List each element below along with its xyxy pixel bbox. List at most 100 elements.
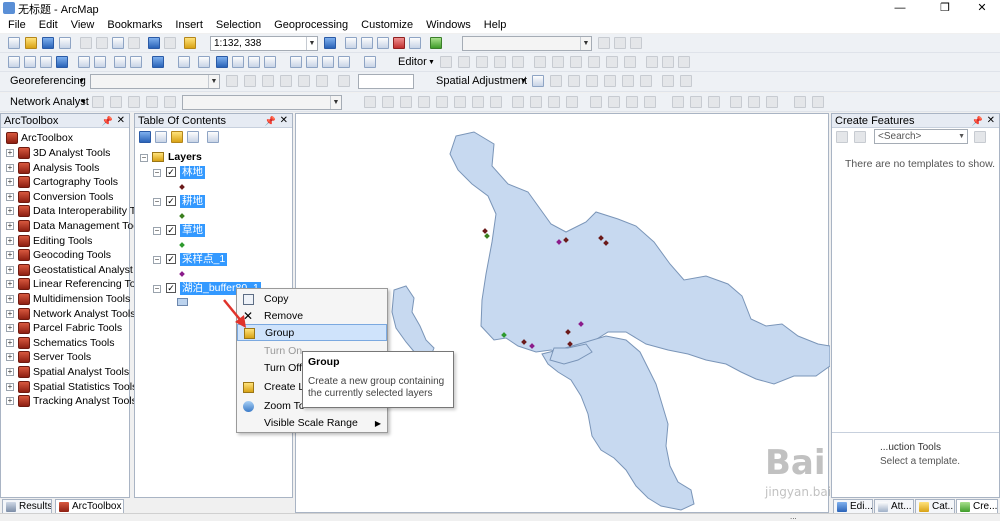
expand-icon[interactable]: +	[6, 280, 14, 289]
topology-edit-icon[interactable]	[382, 96, 394, 108]
expand-icon[interactable]: +	[6, 207, 14, 216]
table-of-contents-icon[interactable]	[345, 37, 357, 49]
close-icon[interactable]: ✕	[987, 114, 995, 128]
create-network-location-icon[interactable]	[110, 96, 122, 108]
georef-scale-icon[interactable]	[316, 75, 328, 87]
list-by-drawing-order-icon[interactable]	[139, 131, 151, 143]
clear-selection-icon[interactable]	[178, 56, 190, 68]
chevron-down-icon[interactable]: ▼	[208, 75, 219, 88]
tool-p-icon[interactable]	[812, 96, 824, 108]
tab-catalog[interactable]: Cat...	[915, 499, 955, 514]
restore-button[interactable]: ❐	[925, 0, 965, 16]
edit-annotation-icon[interactable]	[458, 56, 470, 68]
expand-icon[interactable]: +	[6, 353, 14, 362]
editor-menu[interactable]: Editor	[398, 56, 427, 68]
menu-item-copy[interactable]: Copy	[237, 291, 387, 308]
menu-edit[interactable]: Edit	[39, 19, 58, 31]
menu-view[interactable]: View	[71, 19, 95, 31]
tool-l-icon[interactable]	[730, 96, 742, 108]
menu-item-remove[interactable]: ✕ Remove	[237, 308, 387, 325]
tool-j-icon[interactable]	[690, 96, 702, 108]
georef-link-icon[interactable]	[244, 75, 256, 87]
fixed-zoom-out-icon[interactable]	[94, 56, 106, 68]
catalog-icon[interactable]	[361, 37, 373, 49]
chevron-down-icon[interactable]: ▼	[80, 99, 87, 106]
layer-name[interactable]: 林地	[180, 166, 205, 179]
collapse-icon[interactable]: −	[153, 285, 161, 293]
spatial-adjustment-menu[interactable]: Spatial Adjustment	[436, 75, 527, 87]
cut-icon[interactable]	[80, 37, 92, 49]
georef-shift-icon[interactable]	[298, 75, 310, 87]
expand-icon[interactable]: +	[6, 222, 14, 230]
filter-templates-icon[interactable]	[854, 131, 866, 143]
point-icon[interactable]	[534, 56, 546, 68]
modify-link-icon[interactable]	[568, 75, 580, 87]
tool-c-icon[interactable]	[548, 96, 560, 108]
sketch-properties-icon[interactable]	[662, 56, 674, 68]
tool-f-icon[interactable]	[608, 96, 620, 108]
georef-rotate-icon[interactable]	[280, 75, 292, 87]
layer-name[interactable]: 草地	[180, 224, 205, 237]
menu-help[interactable]: Help	[484, 19, 507, 31]
rotate-icon[interactable]	[624, 56, 636, 68]
network-window-icon[interactable]	[92, 96, 104, 108]
chevron-down-icon[interactable]: ▼	[958, 130, 965, 143]
tool-d-icon[interactable]	[566, 96, 578, 108]
layer-name[interactable]: 采样点_1	[180, 253, 228, 266]
attributes-icon[interactable]	[646, 56, 658, 68]
network-analyst-menu[interactable]: Network Analyst	[10, 96, 89, 108]
toc-options-icon[interactable]	[207, 131, 219, 143]
straight-segment-icon[interactable]	[476, 56, 488, 68]
tab-results[interactable]: Results	[2, 499, 52, 514]
topology-inspector-icon[interactable]	[472, 96, 484, 108]
expand-icon[interactable]: +	[6, 236, 14, 245]
html-popup-icon[interactable]	[248, 56, 260, 68]
georef-table-icon[interactable]	[262, 75, 274, 87]
find-route-icon[interactable]	[306, 56, 318, 68]
network-directions-icon[interactable]	[164, 96, 176, 108]
collapse-icon[interactable]: −	[153, 227, 161, 235]
layer-visibility-checkbox[interactable]: ✓	[166, 196, 176, 206]
python-window-icon[interactable]	[409, 37, 421, 49]
select-elements-icon[interactable]	[198, 56, 210, 68]
tool-h-icon[interactable]	[644, 96, 656, 108]
expand-icon[interactable]: +	[6, 265, 14, 274]
list-by-selection-icon[interactable]	[187, 131, 199, 143]
select-move-location-icon[interactable]	[128, 96, 140, 108]
pin-icon[interactable]: 📌	[265, 114, 276, 128]
new-displacement-link-icon[interactable]	[550, 75, 562, 87]
endpoint-arc-icon[interactable]	[494, 56, 506, 68]
go-to-xy-icon[interactable]	[322, 56, 334, 68]
menu-file[interactable]: File	[8, 19, 26, 31]
tool-g-icon[interactable]	[626, 96, 638, 108]
expand-icon[interactable]: +	[6, 368, 14, 376]
copy-toolbar-icon[interactable]	[96, 37, 108, 49]
edge-match-icon[interactable]	[680, 75, 692, 87]
layer-visibility-checkbox[interactable]: ✓	[166, 225, 176, 235]
menu-item-group[interactable]: Group	[237, 324, 387, 341]
expand-icon[interactable]: +	[6, 338, 14, 347]
paste-icon[interactable]	[112, 37, 124, 49]
tab-editor[interactable]: Edi...	[833, 499, 873, 514]
print-icon[interactable]	[59, 37, 71, 49]
topology-fix-icon[interactable]	[418, 96, 430, 108]
search-window-icon[interactable]	[377, 37, 389, 49]
tool-i-icon[interactable]	[672, 96, 684, 108]
new-document-icon[interactable]	[8, 37, 20, 49]
network-solve-icon[interactable]	[146, 96, 158, 108]
georef-tool-icon[interactable]	[614, 37, 626, 49]
tool-e-icon[interactable]	[590, 96, 602, 108]
tool-k-icon[interactable]	[708, 96, 720, 108]
open-icon[interactable]	[25, 37, 37, 49]
list-by-visibility-icon[interactable]	[171, 131, 183, 143]
pin-icon[interactable]: 📌	[972, 114, 983, 128]
tool-m-icon[interactable]	[748, 96, 760, 108]
clear-limited-area-icon[interactable]	[640, 75, 652, 87]
reshape-icon[interactable]	[570, 56, 582, 68]
time-slider-icon[interactable]	[338, 56, 350, 68]
add-control-points-icon[interactable]	[226, 75, 238, 87]
collapse-icon[interactable]: −	[153, 256, 161, 264]
expand-icon[interactable]: +	[6, 324, 14, 333]
tab-attributes[interactable]: Att...	[874, 499, 914, 514]
topology-error-icon[interactable]	[454, 96, 466, 108]
